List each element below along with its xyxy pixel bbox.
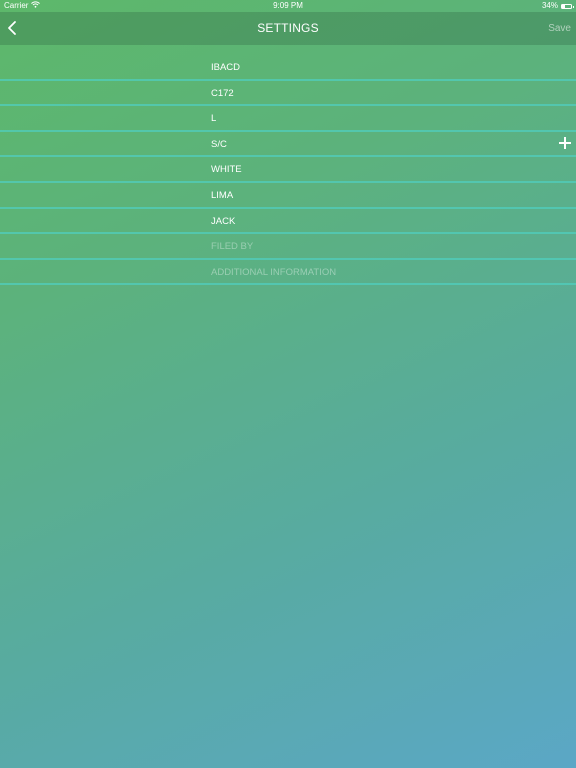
battery-fill — [562, 4, 566, 8]
field-row-filed-by[interactable]: FILED BY — [0, 234, 576, 260]
filed-by-field[interactable]: FILED BY — [211, 241, 253, 252]
field-row-equipment[interactable]: S/C — [0, 132, 576, 158]
field-value[interactable]: LIMA — [211, 190, 233, 201]
navigation-bar: SETTINGS Save — [0, 12, 576, 45]
field-row-additional-info[interactable]: ADDITIONAL INFORMATION — [0, 260, 576, 286]
field-row-color[interactable]: WHITE — [0, 157, 576, 183]
plus-icon[interactable] — [559, 136, 571, 149]
field-value[interactable]: C172 — [211, 88, 234, 99]
field-row-aircraft-type[interactable]: C172 — [0, 81, 576, 107]
battery-status: 34% — [541, 0, 574, 12]
field-value[interactable]: S/C — [211, 139, 227, 150]
page-title: SETTINGS — [257, 21, 319, 35]
field-row-registration[interactable]: IBACD — [0, 55, 576, 81]
field-row-pilot[interactable]: JACK — [0, 209, 576, 235]
status-time: 9:09 PM — [273, 1, 303, 10]
additional-information-field[interactable]: ADDITIONAL INFORMATION — [211, 267, 336, 278]
field-row-wake-category[interactable]: L — [0, 106, 576, 132]
field-row-home-base[interactable]: LIMA — [0, 183, 576, 209]
settings-list: IBACD C172 L S/C WHITE LIMA JACK FILED B… — [0, 55, 576, 286]
battery-icon — [561, 3, 574, 9]
field-value[interactable]: JACK — [211, 216, 235, 227]
field-value[interactable]: IBACD — [211, 62, 240, 73]
field-value[interactable]: WHITE — [211, 164, 242, 175]
status-bar: Carrier 9:09 PM 34% — [0, 0, 576, 12]
field-value[interactable]: L — [211, 113, 216, 124]
save-button[interactable]: Save — [548, 23, 571, 34]
battery-percent: 34% — [541, 1, 558, 10]
